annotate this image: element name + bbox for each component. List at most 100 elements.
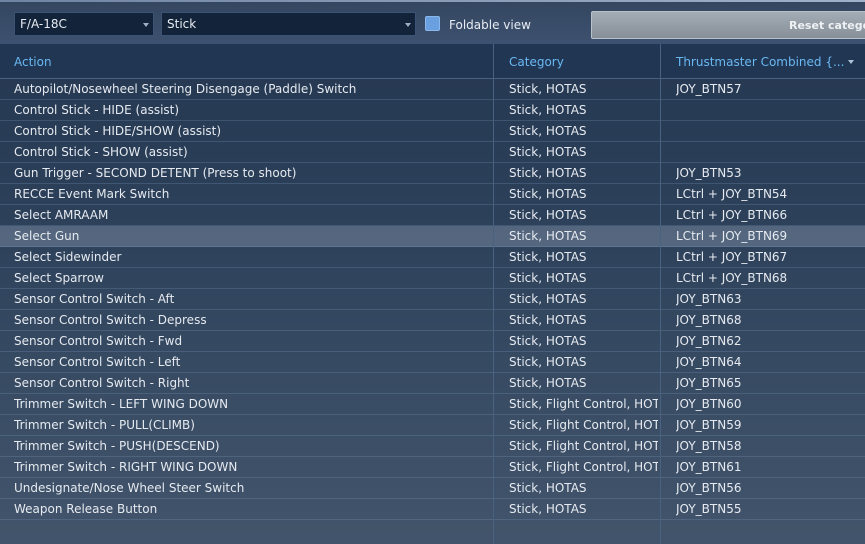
category-cell: Stick, Flight Control, HOTA [509,460,658,474]
table-row[interactable]: Weapon Release Button Stick, HOTAS JOY_BTN… [0,499,865,520]
binding-cell: JOY_BTN58 [676,439,742,453]
table-header: Action Category Thrustmaster Combined {.… [0,44,865,79]
action-cell: Select AMRAAM [14,208,109,222]
aircraft-dropdown[interactable]: F/A-18C [14,12,154,36]
table-row[interactable]: Select Gun Stick, HOTAS LCtrl + JOY_BTN69 [0,226,865,247]
action-cell: Trimmer Switch - LEFT WING DOWN [14,397,229,411]
table-row[interactable]: Undesignate/Nose Wheel Steer Switch Stick… [0,478,865,499]
table-row[interactable]: Sensor Control Switch - Left Stick, HOTAS… [0,352,865,373]
category-cell: Stick, HOTAS [509,355,587,369]
action-cell: Select Sparrow [14,271,104,285]
category-cell: Stick, HOTAS [509,292,587,306]
reset-category-label: Reset catego [789,19,865,32]
action-cell: Select Sidewinder [14,250,122,264]
category-cell: Stick, HOTAS [509,313,587,327]
action-cell: Sensor Control Switch - Right [14,376,190,390]
table-row[interactable]: Control Stick - HIDE (assist) Stick, HOTA… [0,100,865,121]
table-row[interactable]: Trimmer Switch - LEFT WING DOWN Stick, Fl… [0,394,865,415]
action-cell: Control Stick - HIDE (assist) [14,103,180,117]
table-row[interactable]: RECCE Event Mark Switch Stick, HOTAS LCtrl… [0,184,865,205]
binding-cell: LCtrl + JOY_BTN66 [676,208,788,222]
binding-cell: LCtrl + JOY_BTN67 [676,250,788,264]
action-cell: Control Stick - HIDE/SHOW (assist) [14,124,222,138]
category-cell: Stick, HOTAS [509,187,587,201]
table-row[interactable]: Sensor Control Switch - Depress Stick, HO… [0,310,865,331]
action-cell: Sensor Control Switch - Left [14,355,181,369]
category-cell: Stick, Flight Control, HOTA [509,439,658,453]
table-row[interactable]: Select Sparrow Stick, HOTAS LCtrl + JOY_BT… [0,268,865,289]
category-cell: Stick, HOTAS [509,481,587,495]
table-row[interactable]: Sensor Control Switch - Fwd Stick, HOTAS J… [0,331,865,352]
action-cell: Autopilot/Nosewheel Steering Disengage (… [14,82,357,96]
category-cell: Stick, Flight Control, HOTA [509,397,658,411]
category-dropdown[interactable]: Stick [161,12,416,36]
category-cell: Stick, HOTAS [509,502,587,516]
category-cell: Stick, HOTAS [509,271,587,285]
action-cell: Sensor Control Switch - Aft [14,292,175,306]
category-dropdown-value: Stick [167,17,197,31]
binding-cell: JOY_BTN63 [676,292,742,306]
action-cell: Trimmer Switch - RIGHT WING DOWN [14,460,238,474]
binding-cell: JOY_BTN55 [676,502,742,516]
table-row[interactable]: Trimmer Switch - PUSH(DESCEND) Stick, Fli… [0,436,865,457]
category-cell: Stick, HOTAS [509,250,587,264]
category-cell: Stick, HOTAS [509,166,587,180]
table-row[interactable]: Control Stick - SHOW (assist) Stick, HOTA… [0,142,865,163]
column-header-action[interactable]: Action [14,55,52,69]
category-cell: Stick, HOTAS [509,208,587,222]
action-cell: Weapon Release Button [14,502,158,516]
action-cell: Undesignate/Nose Wheel Steer Switch [14,481,245,495]
action-cell: Control Stick - SHOW (assist) [14,145,188,159]
binding-cell: JOY_BTN57 [676,82,742,96]
binding-cell: JOY_BTN68 [676,313,742,327]
action-cell: Gun Trigger - SECOND DETENT (Press to sh… [14,166,297,180]
bindings-table: Action Category Thrustmaster Combined {.… [0,44,865,544]
binding-cell: LCtrl + JOY_BTN68 [676,271,788,285]
binding-cell: JOY_BTN60 [676,397,742,411]
foldable-view-checkbox[interactable] [425,16,440,31]
table-body: Autopilot/Nosewheel Steering Disengage (… [0,79,865,520]
table-row[interactable]: Gun Trigger - SECOND DETENT (Press to sh… [0,163,865,184]
action-cell: Sensor Control Switch - Depress [14,313,207,327]
foldable-view-label: Foldable view [449,18,531,32]
binding-cell: JOY_BTN62 [676,334,742,348]
column-header-category[interactable]: Category [509,55,564,69]
binding-cell: JOY_BTN64 [676,355,742,369]
toolbar: F/A-18C Stick Foldable view Reset catego [0,0,865,44]
column-header-device[interactable]: Thrustmaster Combined {... [676,55,844,69]
binding-cell: JOY_BTN61 [676,460,742,474]
category-cell: Stick, Flight Control, HOTA [509,418,658,432]
action-cell: RECCE Event Mark Switch [14,187,170,201]
action-cell: Select Gun [14,229,80,243]
category-cell: Stick, HOTAS [509,229,587,243]
chevron-down-icon [405,23,411,27]
action-cell: Sensor Control Switch - Fwd [14,334,183,348]
binding-cell: JOY_BTN59 [676,418,742,432]
table-row[interactable]: Trimmer Switch - PULL(CLIMB) Stick, Fligh… [0,415,865,436]
reset-category-button[interactable]: Reset catego [591,11,865,39]
category-cell: Stick, HOTAS [509,145,587,159]
table-row[interactable]: Trimmer Switch - RIGHT WING DOWN Stick, F… [0,457,865,478]
binding-cell: JOY_BTN53 [676,166,742,180]
category-cell: Stick, HOTAS [509,376,587,390]
chevron-down-icon [143,23,149,27]
aircraft-dropdown-value: F/A-18C [20,17,67,31]
binding-cell: JOY_BTN56 [676,481,742,495]
table-row[interactable]: Sensor Control Switch - Aft Stick, HOTAS J… [0,289,865,310]
table-row[interactable]: Autopilot/Nosewheel Steering Disengage (… [0,79,865,100]
binding-cell: JOY_BTN65 [676,376,742,390]
column-divider [493,44,494,544]
column-divider [660,44,661,544]
action-cell: Trimmer Switch - PULL(CLIMB) [14,418,195,432]
category-cell: Stick, HOTAS [509,334,587,348]
chevron-down-icon[interactable] [848,60,854,64]
action-cell: Trimmer Switch - PUSH(DESCEND) [14,439,220,453]
category-cell: Stick, HOTAS [509,103,587,117]
category-cell: Stick, HOTAS [509,82,587,96]
category-cell: Stick, HOTAS [509,124,587,138]
table-row[interactable]: Select Sidewinder Stick, HOTAS LCtrl + JOY… [0,247,865,268]
binding-cell: LCtrl + JOY_BTN69 [676,229,788,243]
table-row[interactable]: Sensor Control Switch - Right Stick, HOTA… [0,373,865,394]
table-row[interactable]: Select AMRAAM Stick, HOTAS LCtrl + JOY_BTN… [0,205,865,226]
table-row[interactable]: Control Stick - HIDE/SHOW (assist) Stick,… [0,121,865,142]
